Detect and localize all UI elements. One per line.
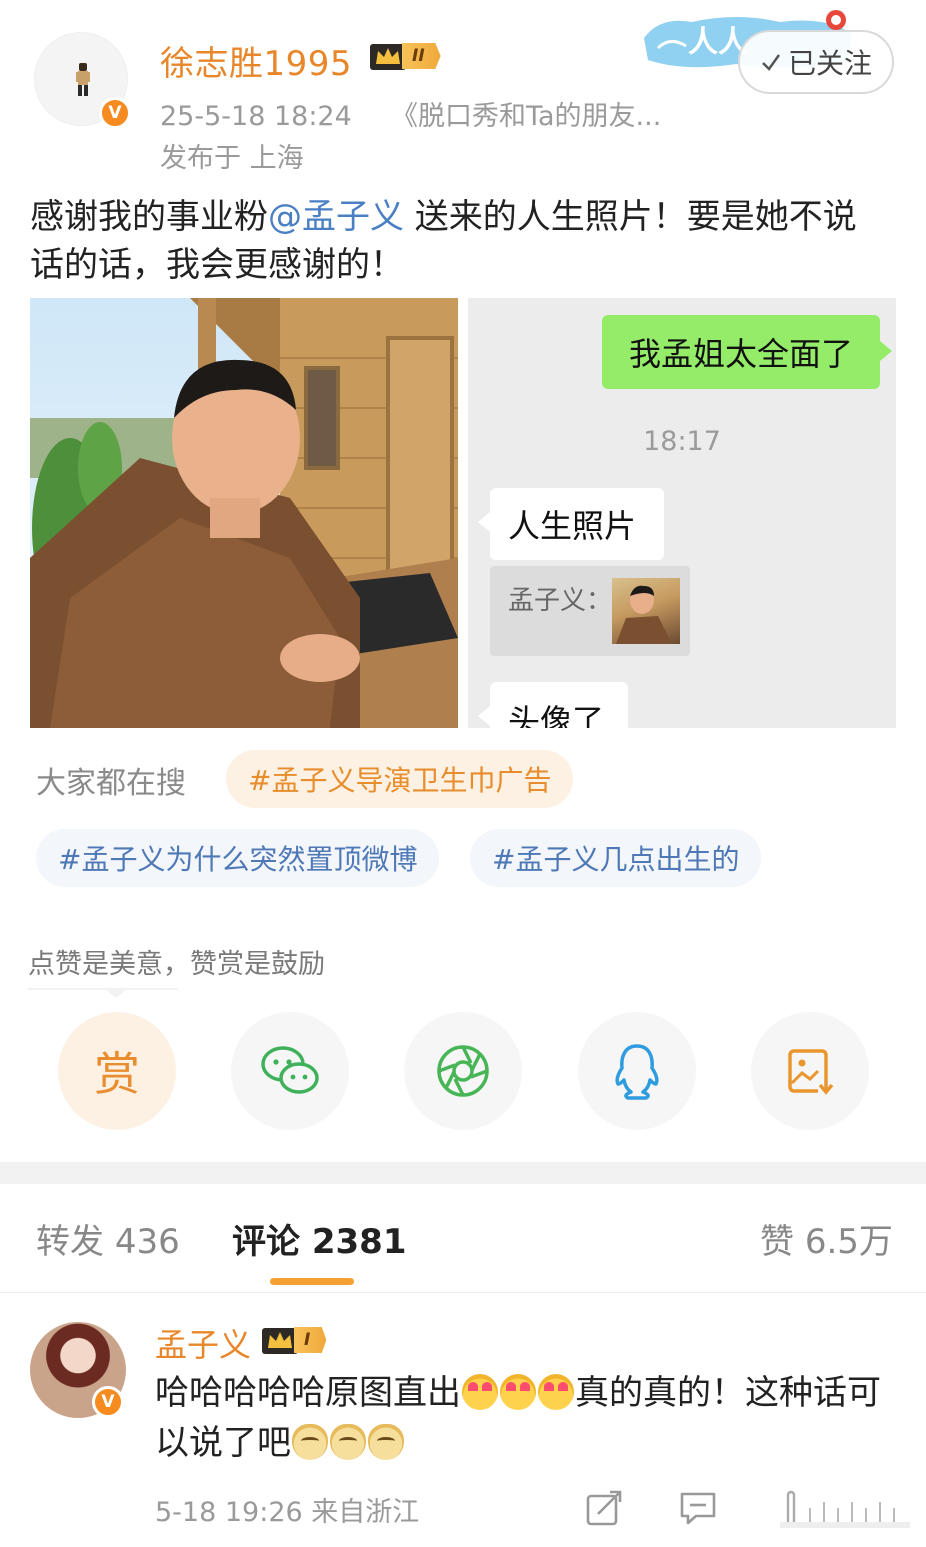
repost-icon[interactable] bbox=[584, 1488, 624, 1528]
repost-count: 436 bbox=[114, 1222, 180, 1262]
share-moments-button[interactable] bbox=[404, 1012, 522, 1130]
post-image-chat[interactable]: 我孟姐太全面了 18:17 人生照片 孟子义： 头像了 bbox=[468, 298, 896, 728]
follow-label: 已关注 bbox=[787, 47, 872, 80]
divider bbox=[0, 1292, 926, 1293]
post-text: 感谢我的事业粉@孟子义 送来的人生照片！要是她不说话的话，我会更感谢的！ bbox=[30, 193, 880, 289]
save-image-button[interactable] bbox=[751, 1012, 869, 1130]
post-image-photo[interactable] bbox=[30, 298, 458, 728]
comment-time: 5-18 19:26 bbox=[155, 1497, 303, 1528]
doge-emoji-icon bbox=[292, 1424, 328, 1460]
tab-like[interactable]: 赞 6.5万 bbox=[760, 1214, 893, 1263]
check-icon bbox=[762, 54, 781, 71]
moments-icon bbox=[437, 1045, 489, 1097]
active-tab-indicator bbox=[270, 1278, 354, 1285]
follow-button[interactable]: 已关注 bbox=[738, 30, 894, 94]
doge-emoji-icon bbox=[368, 1424, 404, 1460]
caption-pointer bbox=[104, 988, 128, 998]
quote-thumbnail-art bbox=[616, 585, 672, 644]
vip-level: I bbox=[294, 1327, 327, 1353]
post-meta: 25-5-18 18:24 《脱口秀和Ta的朋友... bbox=[160, 94, 661, 133]
commenter-vip-badge[interactable]: I bbox=[260, 1324, 327, 1356]
topic-chip-2[interactable]: #孟子义为什么突然置顶微博 bbox=[36, 829, 440, 887]
post-location: 发布于 上海 bbox=[160, 143, 304, 174]
comment-meta: 5-18 19:26 来自浙江 bbox=[155, 1490, 419, 1529]
doge-emoji-icon bbox=[330, 1424, 366, 1460]
quote-label: 孟子义： bbox=[508, 586, 613, 616]
photo-illustration bbox=[30, 298, 458, 728]
section-divider bbox=[0, 1162, 926, 1184]
author-name[interactable]: 徐志胜1995 bbox=[160, 36, 352, 85]
reward-button[interactable]: 赏 bbox=[58, 1012, 176, 1130]
chat-received-bubble-2: 头像了 bbox=[478, 682, 628, 728]
heart-eyes-emoji-icon bbox=[538, 1374, 574, 1410]
chat-received-bubble: 人生照片 bbox=[478, 488, 664, 560]
comment-count: 2381 bbox=[311, 1222, 407, 1262]
post-source[interactable]: 《脱口秀和Ta的朋友... bbox=[391, 101, 661, 132]
share-qq-button[interactable] bbox=[578, 1012, 696, 1130]
reward-icon: 赏 bbox=[94, 1047, 140, 1101]
tab-repost[interactable]: 转发 436 bbox=[36, 1214, 180, 1263]
post-time: 25-5-18 18:24 bbox=[160, 101, 352, 132]
qq-icon bbox=[615, 1044, 659, 1100]
like-count: 6.5万 bbox=[804, 1222, 893, 1262]
like-label: 赞 bbox=[760, 1222, 794, 1262]
comment-label: 评论 bbox=[232, 1222, 300, 1262]
share-wechat-button[interactable] bbox=[231, 1012, 349, 1130]
author-avatar[interactable]: V bbox=[34, 32, 131, 129]
mention-link[interactable]: @孟子义 bbox=[268, 197, 404, 237]
chat-time: 18:17 bbox=[643, 426, 721, 457]
commenter-verified-badge: V bbox=[92, 1386, 124, 1418]
topic-chip-1[interactable]: #孟子义导演卫生巾广告 bbox=[226, 750, 574, 808]
vip-badge[interactable]: II bbox=[368, 40, 441, 72]
chat-quote-box: 孟子义： bbox=[490, 566, 690, 656]
heart-eyes-emoji-icon bbox=[500, 1374, 536, 1410]
wechat-icon bbox=[261, 1046, 319, 1094]
divider bbox=[28, 988, 178, 990]
verified-badge: V bbox=[99, 97, 131, 129]
comment-icon[interactable] bbox=[678, 1488, 718, 1528]
quote-thumbnail bbox=[612, 578, 680, 644]
comment-text-1: 哈哈哈哈哈原图直出 bbox=[155, 1373, 461, 1413]
save-image-icon bbox=[788, 1049, 834, 1095]
heart-eyes-emoji-icon bbox=[462, 1374, 498, 1410]
topic-chip-3[interactable]: #孟子义几点出生的 bbox=[470, 829, 762, 887]
post-text-before: 感谢我的事业粉 bbox=[30, 197, 268, 237]
chat-sent-bubble: 我孟姐太全面了 bbox=[602, 315, 892, 389]
comment-text: 哈哈哈哈哈原图直出 真的真的！这种话可以说了吧 bbox=[155, 1368, 885, 1468]
tab-comment[interactable]: 评论 2381 bbox=[232, 1214, 406, 1263]
repost-label: 转发 bbox=[36, 1222, 104, 1262]
vip-level: II bbox=[402, 43, 441, 69]
like-icon[interactable] bbox=[780, 1488, 910, 1528]
search-label: 大家都在搜 bbox=[36, 766, 186, 801]
commenter-name[interactable]: 孟子义 bbox=[155, 1320, 251, 1366]
comment-location: 来自浙江 bbox=[311, 1497, 420, 1528]
avatar-figure-icon bbox=[76, 63, 90, 96]
reward-caption: 点赞是美意，赞赏是鼓励 bbox=[28, 949, 325, 980]
